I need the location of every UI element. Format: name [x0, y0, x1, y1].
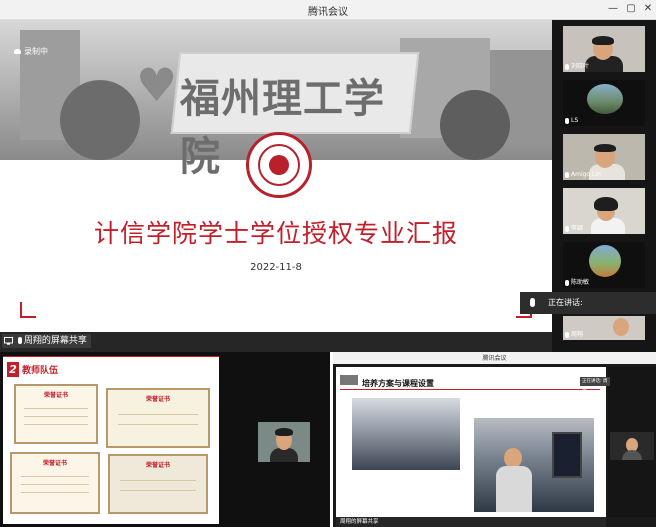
participant-video[interactable]	[258, 422, 310, 462]
corner-mark-left	[20, 302, 36, 318]
monitor	[552, 432, 582, 478]
participant-name-text: Amigo Lin	[571, 171, 601, 178]
participant-name: Amigo Lin	[565, 171, 601, 178]
certificate-line	[118, 424, 198, 425]
screen-icon	[4, 336, 13, 345]
participant-name-text: 周翔	[571, 331, 584, 338]
certificate-title: 荣誉证书	[145, 396, 170, 403]
participant-name: 李颖	[565, 223, 583, 232]
certificate-line	[20, 492, 90, 493]
avatar	[587, 84, 623, 114]
bottom-right-share-label[interactable]: 周翔的屏幕共享	[336, 517, 606, 527]
shared-slide: ♥ 福州理工学院 录制中 计信学院学士学位授权专业汇报 2022-11-8	[0, 20, 552, 332]
participant-tile[interactable]: 周翔	[563, 316, 645, 340]
certificate-title: 荣誉证书	[145, 462, 170, 469]
tree	[440, 90, 510, 160]
participant-video[interactable]	[610, 432, 654, 460]
slide-title: 计信学院学士学位授权专业汇报	[93, 219, 458, 248]
screen-share-label[interactable]: 周翔的屏幕共享	[2, 334, 91, 348]
person-hair	[594, 197, 618, 211]
certificate-line	[24, 424, 88, 425]
maximize-button[interactable]: ▢	[624, 2, 638, 16]
mic-icon	[530, 298, 535, 307]
window-title: 腾讯会议	[308, 7, 348, 18]
certificate-line	[119, 490, 197, 491]
mic-icon	[565, 171, 569, 178]
certificate-line	[119, 480, 197, 481]
section-title: 教师队伍	[22, 366, 59, 376]
person-hair	[592, 36, 614, 45]
participant-tile[interactable]: 陈助敏	[563, 242, 645, 288]
slide-heading: 培养方案与课程设置	[362, 379, 434, 388]
participant-tile[interactable]: 刘晓叶	[563, 26, 645, 72]
certificate-line	[24, 416, 88, 417]
speaking-indicator: 正在讲话:	[520, 292, 656, 314]
person-head	[504, 448, 522, 468]
certificate-line	[24, 408, 88, 409]
screen-share-text: 周翔的屏幕共享	[23, 336, 87, 346]
certificate-line	[20, 484, 90, 485]
participant-name: LS	[565, 117, 578, 124]
students-photo	[474, 418, 594, 512]
university-logo	[246, 132, 312, 198]
recording-label: 录制中	[24, 47, 48, 56]
speaking-label: 正在讲话:	[548, 298, 583, 307]
bottom-right-title-bar: 腾讯会议	[333, 352, 656, 364]
slide-divider	[340, 389, 600, 390]
recording-indicator: 录制中	[14, 46, 48, 57]
participant-name: 刘晓叶	[565, 61, 589, 70]
person-hair	[594, 144, 616, 152]
participant-name-text: LS	[571, 117, 579, 124]
mic-icon	[565, 331, 569, 338]
avatar	[589, 245, 621, 277]
classroom-photo	[352, 398, 460, 470]
certificate: 荣誉证书	[14, 384, 98, 444]
person-head	[613, 318, 629, 336]
participant-name-text: 刘晓叶	[571, 63, 590, 70]
participant-tile[interactable]: LS	[563, 80, 645, 126]
mic-icon	[565, 63, 569, 70]
participant-name-text: 陈助敏	[571, 279, 590, 286]
certificate: 荣誉证书	[106, 388, 210, 448]
certificate-line	[118, 414, 198, 415]
person-hair	[275, 428, 293, 436]
cloud-icon	[14, 49, 21, 54]
bottom-right-window-title: 腾讯会议	[482, 355, 507, 362]
minimize-button[interactable]: —	[606, 2, 620, 16]
certificate: 荣誉证书	[10, 452, 100, 514]
mic-icon	[565, 117, 569, 124]
person-body	[622, 450, 642, 460]
section-number: 2	[7, 362, 19, 377]
mic-icon	[565, 279, 569, 286]
slide-date: 2022-11-8	[250, 262, 302, 273]
logo-core	[269, 155, 289, 175]
mic-icon	[565, 225, 569, 232]
close-button[interactable]: ✕	[641, 2, 655, 16]
certificate: 荣誉证书	[108, 454, 208, 514]
tree	[60, 80, 140, 160]
participant-name: 周翔	[565, 329, 583, 338]
person-body	[496, 466, 532, 512]
slide-top-line	[3, 356, 219, 357]
slide-logo	[340, 375, 358, 385]
certificate-title: 荣誉证书	[42, 460, 67, 467]
participant-tile[interactable]: 李颖	[563, 188, 645, 234]
certificate-title: 荣誉证书	[43, 392, 68, 399]
person-body	[270, 448, 298, 462]
participant-tile[interactable]: Amigo Lin	[563, 134, 645, 180]
mic-icon	[17, 337, 22, 344]
certificate-line	[20, 476, 90, 477]
title-bar: 腾讯会议 — ▢ ✕	[0, 0, 656, 20]
participant-name: 陈助敏	[565, 277, 589, 286]
participant-name-text: 李颖	[571, 225, 584, 232]
bottom-right-speaking-indicator: 正在讲话: 周翔	[580, 377, 610, 393]
